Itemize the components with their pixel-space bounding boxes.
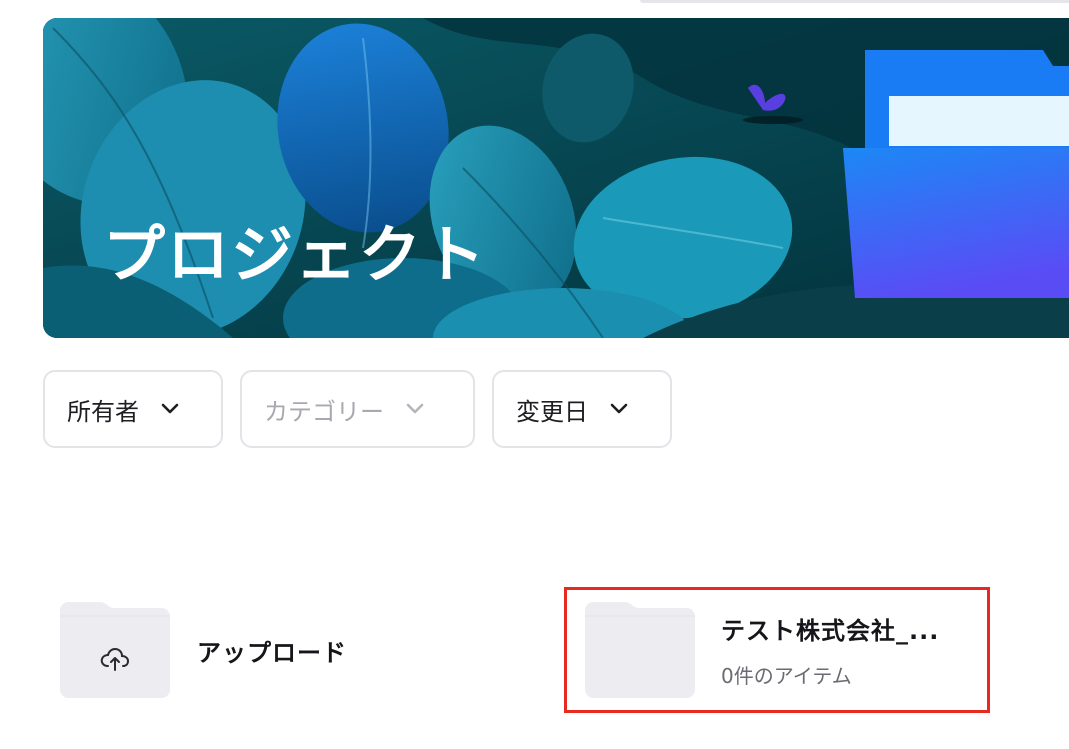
filter-bar: 所有者 カテゴリー 変更日: [43, 370, 672, 448]
owner-filter-dropdown[interactable]: 所有者: [43, 370, 223, 448]
category-filter-label: カテゴリー: [264, 397, 384, 426]
chevron-down-icon: [161, 403, 179, 415]
page-title: プロジェクト: [103, 218, 488, 291]
hero-banner: プロジェクト: [43, 18, 1069, 338]
category-filter-dropdown: カテゴリー: [240, 370, 475, 448]
modified-date-filter-dropdown[interactable]: 変更日: [492, 370, 672, 448]
upload-label: アップロード: [197, 638, 347, 667]
owner-filter-label: 所有者: [67, 397, 139, 426]
chevron-down-icon: [406, 403, 424, 415]
folder-name: テスト株式会社_...: [721, 617, 940, 645]
upload-folder-icon: [60, 602, 170, 698]
folder-card[interactable]: テスト株式会社_... 0件のアイテム: [585, 602, 939, 698]
folder-icon: [585, 602, 695, 698]
modified-date-filter-label: 変更日: [516, 397, 588, 426]
top-divider: [640, 0, 1069, 3]
upload-card[interactable]: アップロード: [60, 602, 347, 698]
folder-item-count: 0件のアイテム: [721, 664, 852, 688]
chevron-down-icon: [610, 403, 628, 415]
